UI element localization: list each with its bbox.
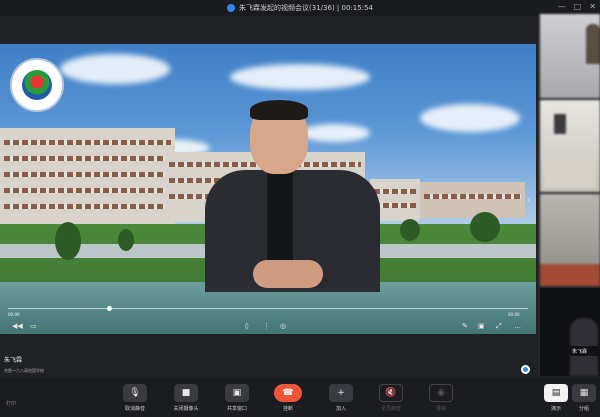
mic-icon: 🎙 <box>123 384 147 402</box>
window-controls: — □ ✕ <box>558 2 596 11</box>
school-building-far-right <box>420 182 525 218</box>
cloud <box>230 64 370 90</box>
participant-tile[interactable] <box>540 194 600 286</box>
presenter-nameplate: 朱飞霖 合肥一六八高地国学校 <box>4 355 44 374</box>
bottom-toolbar: 打印 🎙 取消静音 ■ 关闭摄像头 ▣ 共享窗口 ☎ 挂断 + 加入 ☐ 🔇 全… <box>0 378 600 417</box>
title-bar: 朱飞霖发起的视频会议(31/36) | 00:15:54 — □ ✕ <box>0 0 600 16</box>
join-button[interactable]: + 加入 <box>318 384 364 412</box>
screen-share-icon: ▣ <box>225 384 249 402</box>
maximize-icon[interactable]: □ <box>574 2 582 11</box>
meeting-window: 朱飞霖发起的视频会议(31/36) | 00:15:54 — □ ✕ 00:00… <box>0 0 600 417</box>
record-button[interactable]: ◉ 录制 <box>418 384 464 412</box>
participant-name-label: 朱飞霖 <box>570 346 598 356</box>
more-icon[interactable]: ⋮ <box>263 322 270 330</box>
school-logo <box>10 58 64 112</box>
tree <box>55 222 81 260</box>
unmute-button[interactable]: 🎙 取消静音 <box>112 384 158 412</box>
cloud <box>60 54 170 84</box>
meeting-title: 朱飞霖发起的视频会议(31/36) | 00:15:54 <box>239 4 373 12</box>
presenter-name: 朱飞霖 <box>4 357 23 364</box>
presenter-org: 合肥一六八高地国学校 <box>4 368 44 373</box>
presenter-figure <box>205 100 380 292</box>
share-window-button[interactable]: ▣ 共享窗口 <box>214 384 260 412</box>
layout-icon: ▤ <box>544 384 568 402</box>
fullscreen-icon[interactable]: ⤢ <box>496 322 502 331</box>
hangup-icon: ☎ <box>274 384 302 402</box>
pin-icon[interactable]: ◊ <box>245 322 248 330</box>
participant-tile[interactable] <box>540 288 600 376</box>
progress-knob[interactable] <box>106 306 112 311</box>
participant-sidebar: 朱飞霖 <box>538 14 600 376</box>
participant-tile[interactable] <box>540 100 600 192</box>
mute-all-button[interactable]: 🔇 全员静音 <box>368 384 414 412</box>
mute-all-icon: 🔇 <box>379 384 403 402</box>
meeting-icon <box>227 4 236 12</box>
grid-icon: ▦ <box>572 384 596 402</box>
participant-tile[interactable] <box>540 14 600 98</box>
volume-icon[interactable]: ◎ <box>280 322 286 330</box>
tree <box>118 229 134 251</box>
group-button[interactable]: ▦ 分组 <box>572 384 596 412</box>
minimize-icon[interactable]: — <box>558 2 566 11</box>
present-button[interactable]: ▤ 演示 <box>544 384 568 412</box>
expand-sidebar-icon[interactable]: ‹ <box>527 195 531 206</box>
close-icon[interactable]: ✕ <box>589 2 596 11</box>
status-badge <box>521 365 530 374</box>
tree <box>400 219 420 241</box>
ellipsis-icon[interactable]: … <box>514 322 521 330</box>
record-icon: ◉ <box>429 384 453 402</box>
hangup-button[interactable]: ☎ 挂断 <box>265 384 311 412</box>
school-building-left <box>0 128 175 228</box>
time-right: 00:00 <box>508 312 520 317</box>
tree <box>470 212 500 242</box>
cloud <box>420 104 520 132</box>
print-label[interactable]: 打印 <box>6 400 16 407</box>
play-icon[interactable]: ◀◀ <box>12 322 23 330</box>
time-left: 00:00 <box>8 312 20 317</box>
subtitle-icon[interactable]: ▭ <box>30 322 37 330</box>
camera-icon: ■ <box>174 384 198 402</box>
video-progress-bar[interactable] <box>8 306 528 311</box>
camera-off-button[interactable]: ■ 关闭摄像头 <box>163 384 209 412</box>
main-video[interactable]: 00:00 00:00 ◀◀ ▭ ◊ ⋮ ◎ ✎ ▣ ⤢ … <box>0 44 536 334</box>
pip-icon[interactable]: ▣ <box>478 322 485 330</box>
pen-icon[interactable]: ✎ <box>462 322 468 330</box>
add-user-icon: + <box>329 384 353 402</box>
